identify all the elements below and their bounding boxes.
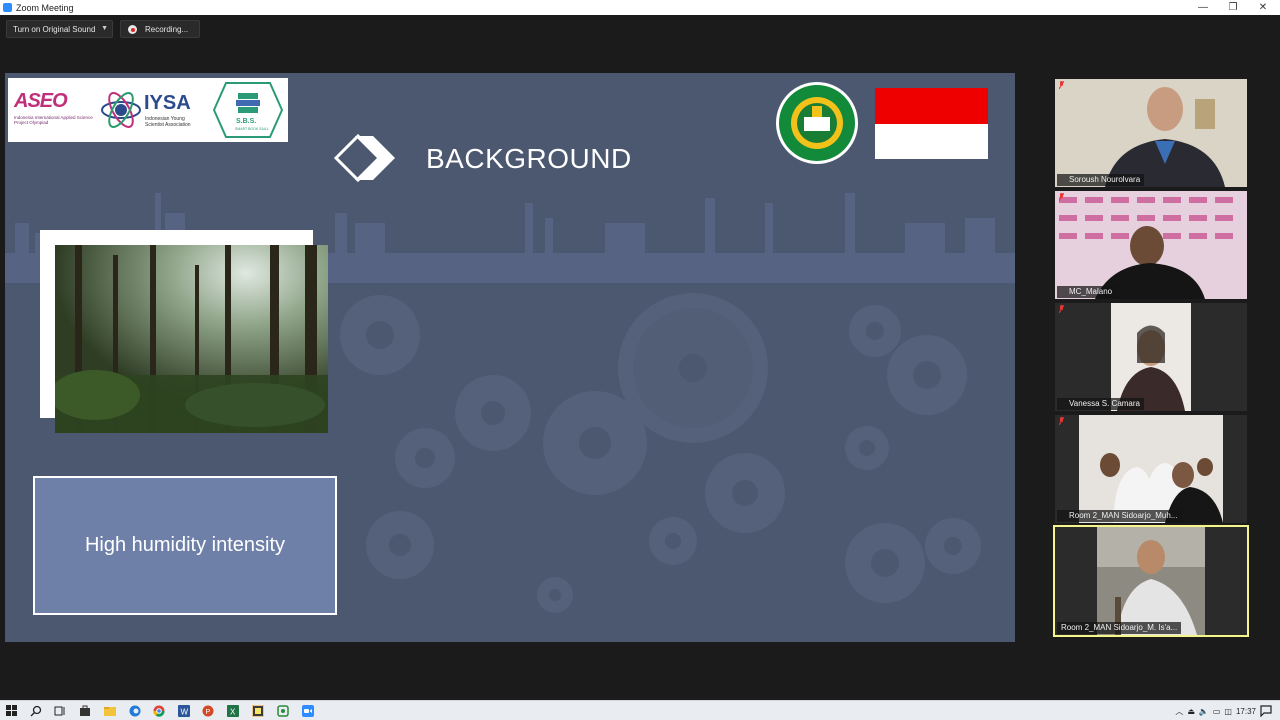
svg-text:X: X: [230, 708, 236, 717]
humidity-text-box: High humidity intensity: [33, 476, 337, 615]
record-icon: [128, 25, 137, 34]
participant-tile[interactable]: MC_Malano: [1055, 191, 1247, 299]
notification-icon[interactable]: [1260, 705, 1272, 717]
muted-mic-icon: [1059, 305, 1064, 313]
participant-name: Room 2_MAN Sidoarjo_M. Is'a...: [1057, 622, 1182, 634]
meeting-top-bar: Turn on Original Sound ▼ Recording...: [0, 15, 1280, 43]
participant-video: [1055, 191, 1247, 299]
edge-icon[interactable]: [129, 705, 141, 717]
restore-button[interactable]: ❐: [1218, 0, 1248, 15]
participant-tile[interactable]: Soroush Nourolvara: [1055, 79, 1247, 187]
recording-label: Recording...: [145, 24, 189, 34]
task-view-icon[interactable]: [54, 705, 66, 717]
sticky-notes-icon[interactable]: [252, 705, 264, 717]
sponsor-logos-banner: ASEO Indonesia International Applied Sci…: [8, 78, 288, 142]
windows-taskbar: W P X ︿ ⏏ 🔈 ▭ ◫ 17:37: [0, 700, 1280, 720]
participant-name: Soroush Nourolvara: [1057, 174, 1145, 186]
chrome-icon[interactable]: [153, 705, 165, 717]
volume-icon[interactable]: 🔈: [1199, 707, 1209, 716]
chevron-up-icon[interactable]: ︿: [1175, 706, 1183, 717]
humidity-text: High humidity intensity: [84, 534, 286, 556]
system-tray: ︿ ⏏ 🔈 ▭ ◫ 17:37: [1175, 704, 1256, 718]
window-titlebar: Zoom Meeting: [0, 0, 1280, 15]
zoom-icon[interactable]: [302, 705, 314, 717]
sbs-logo-text: S.B.S.: [236, 118, 257, 125]
close-button[interactable]: ✕: [1248, 0, 1278, 15]
flag-red-stripe: [875, 88, 988, 124]
store-icon[interactable]: [79, 705, 91, 717]
muted-mic-icon: [1059, 417, 1064, 425]
chevron-down-icon[interactable]: ▼: [101, 25, 108, 32]
powerpoint-icon[interactable]: P: [202, 705, 214, 717]
muted-mic-icon: [1059, 193, 1064, 201]
madrasah-logo: [776, 82, 858, 164]
network-icon[interactable]: ◫: [1224, 707, 1232, 716]
original-sound-button[interactable]: Turn on Original Sound ▼: [6, 20, 113, 38]
rainforest-photo: [55, 245, 328, 433]
slide-title: BACKGROUND: [426, 143, 632, 174]
recording-indicator[interactable]: Recording...: [120, 20, 200, 38]
diamond-icon: [333, 133, 395, 183]
original-sound-label: Turn on Original Sound: [13, 24, 96, 34]
participant-tile[interactable]: Vanessa S. Camara: [1055, 303, 1247, 411]
excel-icon[interactable]: X: [227, 705, 239, 717]
aseo-logo-subtitle: Indonesia International Applied Science …: [14, 115, 93, 125]
muted-mic-icon: [1059, 81, 1064, 89]
participant-video: [1055, 79, 1247, 187]
file-explorer-icon[interactable]: [104, 705, 116, 717]
zoom-app-icon: [3, 3, 12, 12]
iysa-logo-subtitle: Indonesian Young Scientist Association: [145, 116, 191, 128]
indonesia-flag: [875, 88, 988, 159]
iysa-logo: IYSA: [144, 92, 191, 114]
participant-video: [1055, 415, 1247, 523]
participant-video: [1055, 527, 1247, 635]
svg-text:P: P: [206, 709, 211, 716]
participant-name: MC_Malano: [1057, 286, 1117, 298]
participant-name: Vanessa S. Camara: [1057, 398, 1144, 410]
shared-screen-slide: ASEO Indonesia International Applied Sci…: [5, 73, 1015, 642]
iysa-atom-icon: [101, 92, 141, 128]
word-icon[interactable]: W: [178, 705, 190, 717]
participant-tile-active-speaker[interactable]: Room 2_MAN Sidoarjo_M. Is'a...: [1053, 525, 1249, 637]
participant-video: [1055, 303, 1247, 411]
svg-text:W: W: [181, 708, 189, 717]
start-icon[interactable]: [6, 705, 18, 717]
battery-icon[interactable]: ▭: [1213, 707, 1221, 716]
participant-tile[interactable]: Room 2_MAN Sidoarjo_Muh...: [1055, 415, 1247, 523]
window-title: Zoom Meeting: [16, 2, 74, 13]
search-icon[interactable]: [30, 705, 42, 717]
minimize-button[interactable]: —: [1188, 0, 1218, 15]
flag-white-stripe: [875, 124, 988, 159]
clock[interactable]: 17:37: [1236, 707, 1256, 716]
participant-name: Room 2_MAN Sidoarjo_Muh...: [1057, 510, 1182, 522]
usb-icon[interactable]: ⏏: [1187, 707, 1195, 716]
sbs-logo-subtitle: SMART BOOK SAILL: [235, 127, 269, 131]
aseo-logo: ASEO: [14, 90, 68, 112]
photos-icon[interactable]: [277, 705, 289, 717]
